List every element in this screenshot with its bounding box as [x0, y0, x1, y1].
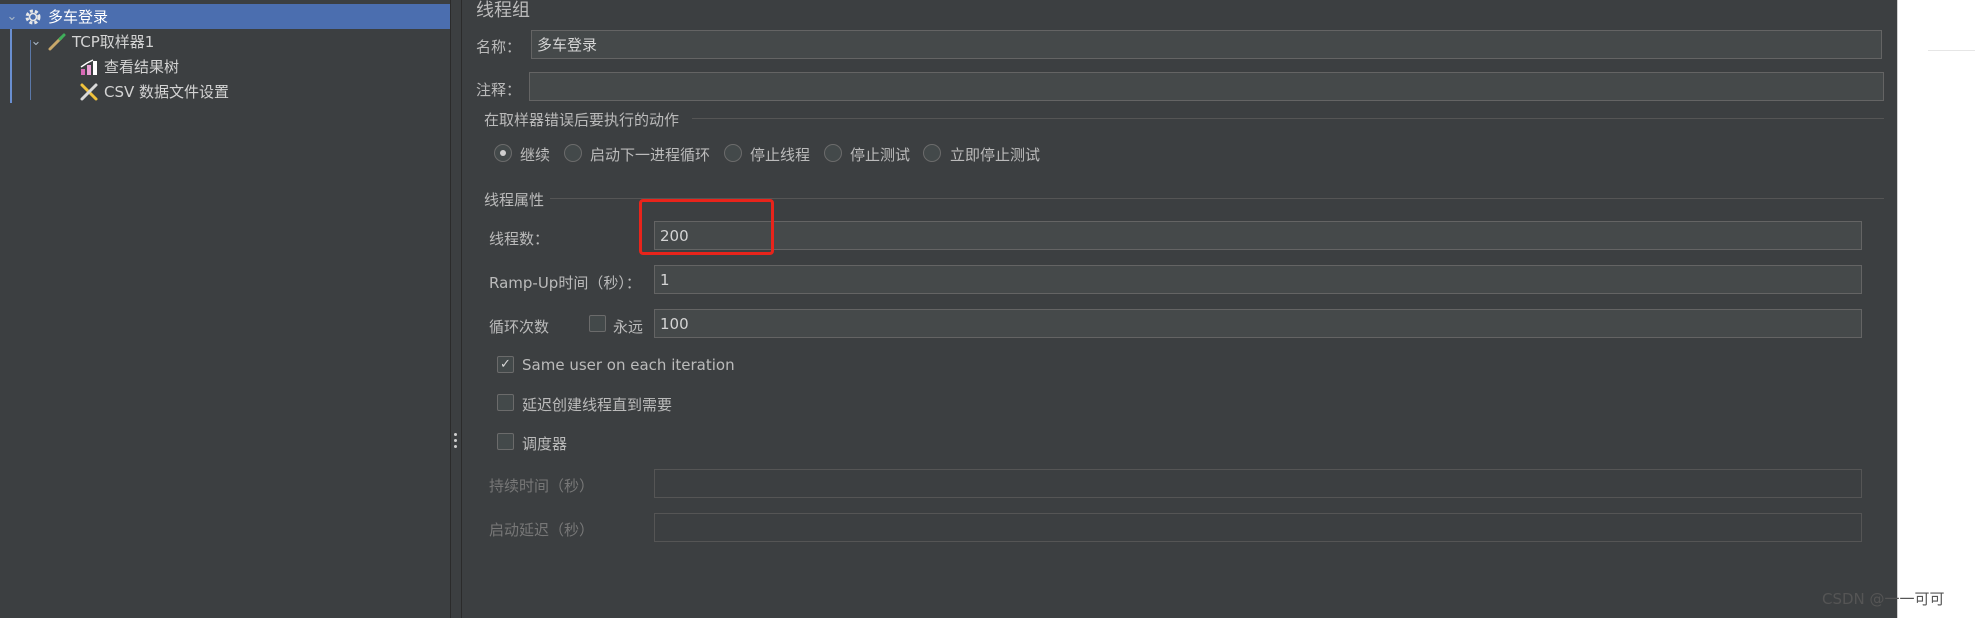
radio-label-stop-test-now: 立即停止测试: [950, 146, 1041, 164]
comment-label: 注释：: [476, 81, 522, 99]
duration-field[interactable]: [654, 469, 1862, 498]
thread-group-panel: 线程组 名称： 多车登录 注释： 在取样器错误后要执行的动作 继续 启动下一进程…: [462, 0, 1897, 618]
radio-stop-test-now[interactable]: [923, 144, 941, 162]
radio-start-next-loop[interactable]: [564, 144, 582, 162]
page-title: 线程组: [476, 0, 530, 21]
chevron-down-icon[interactable]: ⌄: [28, 34, 44, 49]
pipette-icon: [46, 31, 68, 53]
scheduler-checkbox[interactable]: [497, 433, 514, 450]
tree-item-tcp-sampler[interactable]: ⌄ TCP取样器1: [28, 29, 154, 54]
watermark-text: CSDN @一一可可: [1822, 590, 1945, 608]
loop-count-label: 循环次数: [489, 318, 550, 336]
comment-field[interactable]: [529, 72, 1884, 101]
radio-continue[interactable]: [494, 144, 512, 162]
rampup-label: Ramp-Up时间（秒）：: [489, 274, 641, 292]
startup-delay-field[interactable]: [654, 513, 1862, 542]
right-blank-area: [1897, 0, 1975, 618]
scheduler-label: 调度器: [522, 435, 568, 453]
delay-thread-creation-checkbox[interactable]: [497, 394, 514, 411]
name-field[interactable]: 多车登录: [531, 30, 1882, 59]
chart-icon: [78, 56, 100, 78]
forever-label: 永远: [613, 318, 644, 336]
radio-label-continue: 继续: [520, 146, 551, 164]
divider: [1928, 50, 1975, 51]
threads-field[interactable]: 200: [654, 221, 1862, 250]
threads-label: 线程数：: [489, 230, 550, 248]
radio-label-stop-thread: 停止线程: [750, 146, 811, 164]
radio-label-stop-test: 停止测试: [850, 146, 911, 164]
name-label: 名称：: [476, 38, 522, 56]
tree-item-thread-group[interactable]: ⌄ 多车登录: [0, 4, 450, 29]
radio-stop-test[interactable]: [824, 144, 842, 162]
thread-props-group-label: 线程属性: [484, 191, 545, 209]
same-user-label: Same user on each iteration: [522, 356, 735, 374]
tree-guide-line: [10, 18, 12, 103]
forever-checkbox[interactable]: [589, 315, 606, 332]
gear-icon: [22, 6, 44, 28]
jmeter-window: ⌄ 多车登录 ⌄ TCP取样器1 查看结果树 CSV 数据文件设置 线程组 名称…: [0, 0, 1975, 618]
same-user-checkbox[interactable]: ✓: [497, 356, 514, 373]
group-divider: [692, 118, 1884, 119]
highlight-annotation: [639, 199, 774, 255]
loop-count-field[interactable]: 100: [654, 309, 1862, 338]
split-pane-divider[interactable]: [450, 0, 462, 618]
tree-item-label: TCP取样器1: [72, 33, 155, 51]
startup-delay-label: 启动延迟（秒）: [489, 521, 595, 539]
tree-item-label: CSV 数据文件设置: [104, 83, 230, 101]
chevron-down-icon[interactable]: ⌄: [4, 9, 20, 24]
error-action-group-label: 在取样器错误后要执行的动作: [484, 111, 680, 129]
delay-thread-creation-label: 延迟创建线程直到需要: [522, 396, 673, 414]
tree-item-label: 查看结果树: [104, 58, 180, 76]
rampup-field[interactable]: 1: [654, 265, 1862, 294]
drag-handle-icon[interactable]: [454, 433, 457, 448]
radio-label-start-next-loop: 启动下一进程循环: [590, 146, 711, 164]
test-plan-tree: ⌄ 多车登录 ⌄ TCP取样器1 查看结果树 CSV 数据文件设置: [0, 0, 450, 618]
tree-item-csv-config[interactable]: CSV 数据文件设置: [76, 79, 229, 104]
tree-item-label: 多车登录: [48, 8, 109, 26]
radio-stop-thread[interactable]: [724, 144, 742, 162]
duration-label: 持续时间（秒）: [489, 477, 595, 495]
wrench-screwdriver-icon: [78, 81, 100, 103]
tree-item-result-tree[interactable]: 查看结果树: [76, 54, 179, 79]
